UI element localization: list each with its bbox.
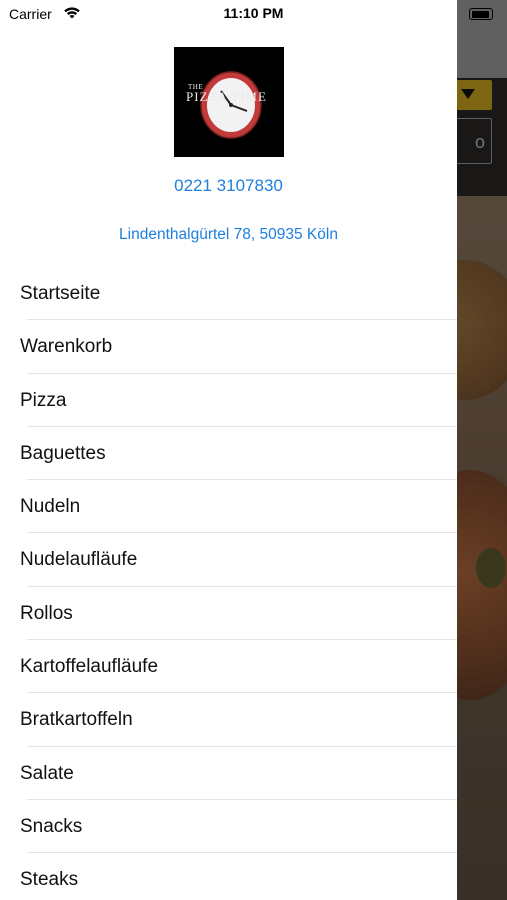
menu-item-pizza[interactable]: Pizza (0, 374, 457, 428)
menu-item-nudeln[interactable]: Nudeln (0, 480, 457, 534)
menu-item-startseite[interactable]: Startseite (0, 267, 457, 321)
restaurant-logo: THE PIZZA TIME (174, 47, 284, 157)
side-menu-drawer: Carrier 11:10 PM THE PIZZA TIME 0221 310… (0, 0, 457, 900)
menu-item-salate[interactable]: Salate (0, 747, 457, 801)
menu-item-bratkartoffeln[interactable]: Bratkartoffeln (0, 693, 457, 747)
address-link[interactable]: Lindenthalgürtel 78, 50935 Köln (0, 226, 457, 244)
menu-item-kartoffelauflaeufe[interactable]: Kartoffelaufläufe (0, 640, 457, 694)
menu-item-baguettes[interactable]: Baguettes (0, 427, 457, 481)
menu-item-steaks[interactable]: Steaks (0, 853, 457, 900)
menu-item-snacks[interactable]: Snacks (0, 800, 457, 854)
menu-item-warenkorb[interactable]: Warenkorb (0, 320, 457, 374)
navigation-menu: Startseite Warenkorb Pizza Baguettes Nud… (0, 267, 457, 900)
logo-name-text: PIZZA TIME (186, 89, 267, 104)
phone-link[interactable]: 0221 3107830 (0, 176, 457, 196)
menu-item-rollos[interactable]: Rollos (0, 587, 457, 641)
menu-item-nudelauflaeufe[interactable]: Nudelaufläufe (0, 533, 457, 588)
status-time: 11:10 PM (223, 5, 284, 21)
